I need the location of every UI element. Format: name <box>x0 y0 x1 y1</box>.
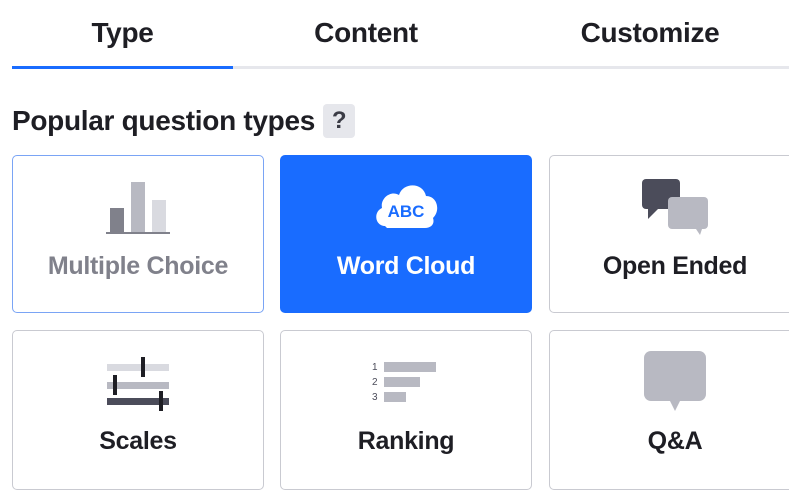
ranked-list-icon: 1 2 3 <box>281 351 531 413</box>
card-label: Open Ended <box>602 252 748 280</box>
question-type-ranking[interactable]: 1 2 3 Ranking <box>280 330 532 490</box>
tab-bar: Type Content Customize <box>0 0 789 70</box>
question-type-qa[interactable]: Q&A <box>549 330 789 490</box>
card-label: Word Cloud <box>336 252 476 280</box>
rank-3: 3 <box>372 392 378 403</box>
section-heading: Popular question types ? <box>12 102 355 140</box>
question-type-scales[interactable]: Scales <box>12 330 264 490</box>
tab-content[interactable]: Content <box>246 0 486 66</box>
bar-chart-icon <box>13 176 263 238</box>
active-tab-indicator <box>12 66 233 69</box>
tab-type[interactable]: Type <box>12 0 233 66</box>
rank-1: 1 <box>372 362 378 373</box>
card-label: Multiple Choice <box>47 252 229 280</box>
question-type-open-ended[interactable]: Open Ended <box>549 155 789 313</box>
question-type-multiple-choice[interactable]: Multiple Choice <box>12 155 264 313</box>
abc-cloud-icon: ABC <box>281 176 531 238</box>
card-label: Ranking <box>357 427 455 455</box>
question-type-word-cloud[interactable]: ABC Word Cloud <box>280 155 532 313</box>
section-title: Popular question types <box>12 105 315 136</box>
card-label: Scales <box>99 427 177 455</box>
speech-bubble-icon <box>550 351 789 413</box>
card-label: Q&A <box>647 427 703 455</box>
tab-customize[interactable]: Customize <box>510 0 789 66</box>
sliders-icon <box>13 351 263 413</box>
speech-bubbles-icon <box>550 176 789 238</box>
rank-2: 2 <box>372 377 378 388</box>
help-icon[interactable]: ? <box>323 104 355 138</box>
abc-text: ABC <box>388 202 425 221</box>
